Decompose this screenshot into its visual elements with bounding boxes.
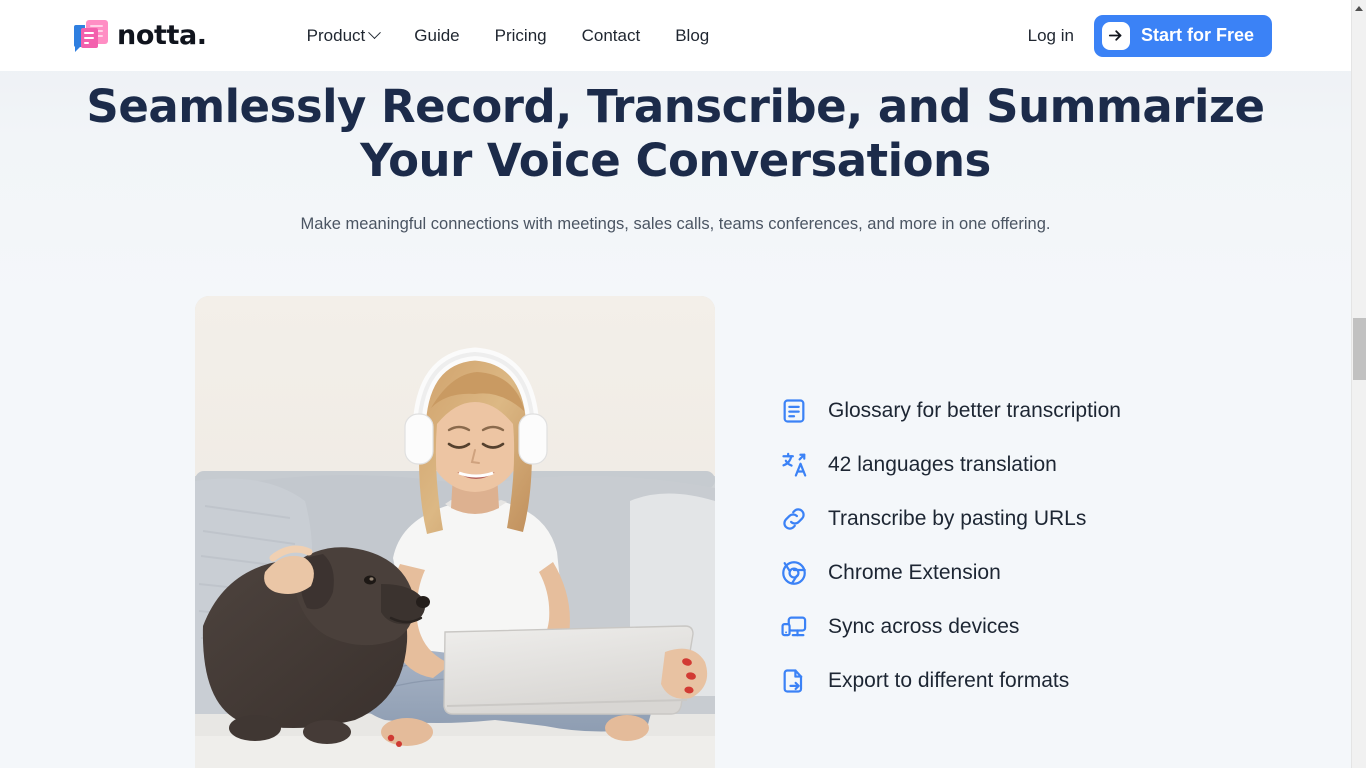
start-for-free-button[interactable]: Start for Free [1093,14,1272,57]
nav-item-contact[interactable]: Contact [582,26,641,46]
feature-export: Export to different formats [779,666,1121,696]
feature-urls: Transcribe by pasting URLs [779,504,1121,534]
brand-logo[interactable]: notta. [74,19,207,52]
nav-item-blog[interactable]: Blog [675,26,709,46]
scroll-up-arrow-icon[interactable] [1352,0,1366,16]
feature-glossary: Glossary for better transcription [779,396,1121,426]
file-export-icon [779,666,809,696]
nav-item-guide[interactable]: Guide [414,26,459,46]
feature-label: Transcribe by pasting URLs [828,507,1087,530]
nav-label-product: Product [306,25,366,45]
devices-sync-icon [779,612,809,642]
feature-label: Chrome Extension [828,561,1001,584]
feature-chrome: Chrome Extension [779,558,1121,588]
nav-item-pricing[interactable]: Pricing [495,26,547,46]
feature-translation: 42 languages translation [779,450,1121,480]
chrome-icon [779,558,809,588]
brand-name: notta. [117,20,207,51]
translate-icon [779,450,809,480]
arrow-right-icon [1101,21,1130,50]
start-for-free-label: Start for Free [1140,25,1254,45]
scroll-thumb[interactable] [1353,318,1366,380]
page-title: Seamlessly Record, Transcribe, and Summa… [86,80,1265,187]
feature-label: Glossary for better transcription [828,399,1121,422]
login-link[interactable]: Log in [1028,26,1074,46]
page-viewport: notta. Product Guide Pricing Contact Blo… [0,0,1351,768]
feature-list: Glossary for better transcription 42 lan… [779,396,1121,696]
chevron-down-icon [368,26,382,40]
feature-sync: Sync across devices [779,612,1121,642]
main-navigation: Product Guide Pricing Contact Blog [307,26,710,46]
link-icon [779,504,809,534]
vertical-scrollbar[interactable] [1351,0,1366,768]
feature-label: Export to different formats [828,669,1070,692]
document-lines-icon [779,396,809,426]
header-actions: Log in Start for Free [1028,14,1272,57]
hero-image [195,296,715,768]
feature-label: 42 languages translation [828,453,1057,476]
notta-logo-icon [74,19,108,52]
hero-content-row: Glossary for better transcription 42 lan… [0,296,1351,768]
nav-item-product[interactable]: Product [306,25,382,46]
page-subtitle: Make meaningful connections with meeting… [300,215,1051,233]
feature-label: Sync across devices [828,615,1020,638]
site-header: notta. Product Guide Pricing Contact Blo… [0,0,1351,71]
